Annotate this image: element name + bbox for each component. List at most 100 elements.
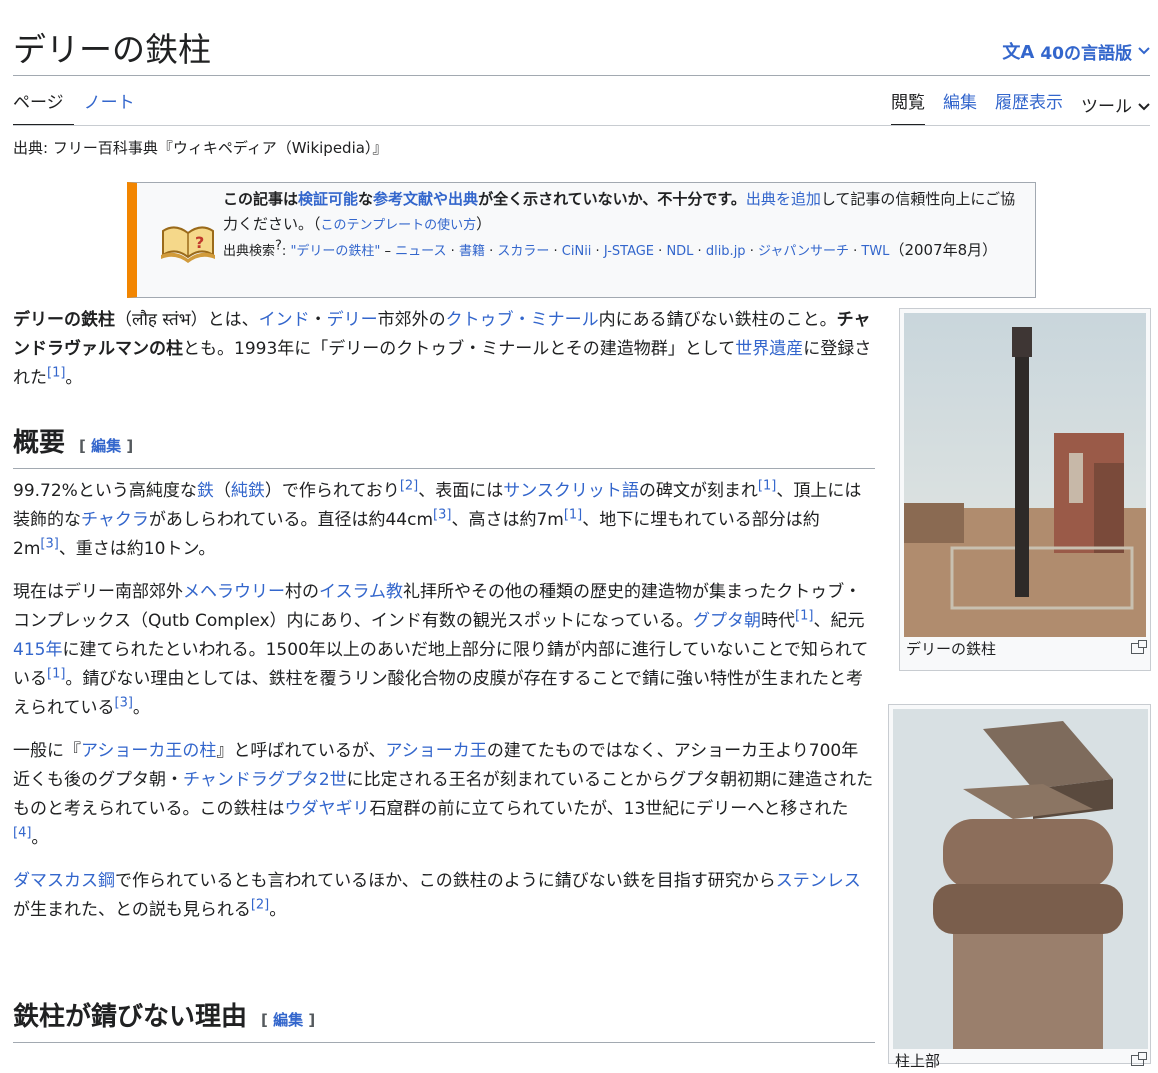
- link-ashoka-pillar[interactable]: アショーカ王の柱: [81, 741, 216, 761]
- text: 。: [132, 698, 150, 718]
- ref-1[interactable]: [1]: [795, 608, 813, 623]
- notice-text-5: ）: [476, 215, 492, 233]
- link-template-usage[interactable]: このテンプレートの使い方: [321, 218, 477, 233]
- link-source-dlib[interactable]: dlib.jp: [706, 244, 746, 259]
- link-source-scholar[interactable]: スカラー: [497, 244, 549, 259]
- text: 、表面には: [418, 481, 504, 501]
- intro-paragraph: デリーの鉄柱（लौह स्तंभ）とは、インド・デリー市郊外のクトゥブ・ミナール…: [13, 306, 875, 393]
- image-thumb-capital[interactable]: 柱上部: [888, 704, 1151, 1070]
- caption-text: 柱上部: [895, 1052, 941, 1070]
- heading-text: 鉄柱が錆びない理由: [13, 1002, 248, 1032]
- link-search-query[interactable]: "デリーの鉄柱": [290, 244, 380, 259]
- link-udayagiri[interactable]: ウダヤギリ: [285, 799, 370, 819]
- link-india[interactable]: インド: [259, 310, 310, 330]
- text: （: [213, 481, 231, 501]
- ref-4[interactable]: [4]: [13, 825, 31, 840]
- link-source-ndl[interactable]: NDL: [666, 244, 693, 259]
- edit-link[interactable]: 編集: [273, 1011, 303, 1029]
- link-gupta[interactable]: グプタ朝: [693, 611, 761, 631]
- tools-label: ツール: [1081, 97, 1132, 117]
- section-edit: [ 編集 ]: [79, 437, 134, 455]
- tab-talk[interactable]: ノート: [84, 90, 145, 124]
- text: 、高さは約7m: [451, 510, 564, 530]
- ref-2[interactable]: [2]: [400, 478, 418, 493]
- link-references[interactable]: 参考文献や出典: [373, 190, 478, 208]
- text: ・: [309, 310, 327, 330]
- ref-1[interactable]: [1]: [758, 478, 776, 493]
- view-tabs: 閲覧 編集 履歴表示 ツール: [891, 90, 1150, 126]
- dash: –: [380, 244, 396, 259]
- tools-menu[interactable]: ツール: [1081, 90, 1150, 124]
- text: 市郊外の: [377, 310, 446, 330]
- ref-3[interactable]: [3]: [115, 695, 133, 710]
- paragraph-3: 一般に『アショーカ王の柱』と呼ばれているが、アショーカ王の建てたものではなく、ア…: [13, 737, 875, 853]
- translate-icon: 文A: [1002, 42, 1035, 63]
- paragraph-1: 99.72%という高純度な鉄（純鉄）で作られており[2]、表面にはサンスクリット…: [13, 477, 875, 564]
- thumb-caption: 柱上部: [889, 1049, 1150, 1073]
- link-mehrauli[interactable]: メヘラウリー: [183, 582, 285, 602]
- link-415[interactable]: 415年: [13, 640, 62, 660]
- notice-text: この記事は検証可能な参考文献や出典が全く示されていないか、不十分です。出典を追加…: [223, 190, 1016, 259]
- ref-3[interactable]: [3]: [433, 507, 451, 522]
- link-qutb-minar[interactable]: クトゥブ・ミナール: [446, 310, 599, 330]
- text: 内にある錆びない鉄柱のこと。: [598, 310, 837, 330]
- link-source-japansearch[interactable]: ジャパンサーチ: [758, 244, 849, 259]
- help-mark[interactable]: ?: [275, 239, 282, 254]
- source-search-label: 出典検索: [223, 244, 276, 259]
- text: 。: [31, 828, 49, 848]
- site-subtitle: 出典: フリー百科事典『ウィキペディア（Wikipedia）』: [13, 139, 388, 157]
- link-pure-iron[interactable]: 純鉄: [231, 481, 265, 501]
- link-chandragupta[interactable]: チャンドラグプタ2世: [183, 770, 347, 790]
- book-question-icon: ?: [161, 226, 215, 263]
- ref-3[interactable]: [3]: [40, 536, 58, 551]
- bold-name: デリーの鉄柱: [13, 310, 115, 330]
- text: （लौह स्तंभ）とは、: [115, 310, 259, 330]
- link-delhi[interactable]: デリー: [327, 310, 378, 330]
- text: 時代: [761, 611, 796, 631]
- link-source-news[interactable]: ニュース: [395, 244, 446, 259]
- link-source-cinii[interactable]: CiNii: [562, 244, 592, 259]
- pillar-capital-photo: [893, 709, 1148, 1049]
- tab-page[interactable]: ページ: [13, 90, 74, 126]
- ref-1[interactable]: [1]: [564, 507, 582, 522]
- section-heading-rust: 鉄柱が錆びない理由 [ 編集 ]: [13, 999, 875, 1043]
- section-heading-overview: 概要 [ 編集 ]: [13, 425, 875, 469]
- link-source-twl[interactable]: TWL: [861, 244, 889, 259]
- link-add-source[interactable]: 出典を追加: [746, 190, 821, 208]
- link-ashoka[interactable]: アショーカ王: [385, 741, 486, 761]
- text: 現在はデリー南部郊外: [13, 582, 183, 602]
- edit-link[interactable]: 編集: [91, 437, 121, 455]
- tab-read[interactable]: 閲覧: [891, 90, 925, 126]
- text: 、紀元: [813, 611, 865, 631]
- paragraph-2: 現在はデリー南部郊外メヘラウリー村のイスラム教礼拝所やその他の種類の歴史的建造物…: [13, 578, 875, 723]
- tab-history[interactable]: 履歴表示: [995, 90, 1063, 124]
- tab-edit[interactable]: 編集: [943, 90, 977, 124]
- link-verifiability[interactable]: 検証可能: [298, 190, 358, 208]
- title-divider: [13, 75, 1150, 76]
- text: で作られているとも言われているほか、この鉄柱のように錆びない鉄を目指す研究から: [115, 871, 776, 891]
- enlarge-icon[interactable]: [1131, 640, 1147, 654]
- link-sanskrit[interactable]: サンスクリット語: [503, 481, 639, 501]
- link-world-heritage[interactable]: 世界遺産: [735, 339, 803, 359]
- link-damascus-steel[interactable]: ダマスカス鋼: [13, 871, 115, 891]
- ref-1[interactable]: [1]: [47, 365, 65, 380]
- text: があしらわれている。直径は約44cm: [148, 510, 434, 530]
- ref-2[interactable]: [2]: [251, 897, 269, 912]
- chevron-down-icon: [1138, 47, 1150, 55]
- link-source-jstage[interactable]: J-STAGE: [604, 244, 654, 259]
- link-iron[interactable]: 鉄: [197, 481, 214, 501]
- text: とも。1993年に「デリーのクトゥブ・ミナールとその建造物群」として: [183, 339, 736, 359]
- link-stainless[interactable]: ステンレス: [776, 871, 861, 891]
- link-source-books[interactable]: 書籍: [459, 244, 485, 259]
- link-islam[interactable]: イスラム教: [319, 582, 403, 602]
- notice-text-3: が全く示されていないか、不十分です。: [478, 190, 746, 208]
- enlarge-icon[interactable]: [1131, 1052, 1147, 1066]
- link-chakra[interactable]: チャクラ: [81, 510, 149, 530]
- ref-1[interactable]: [1]: [47, 666, 65, 681]
- image-thumb-pillar[interactable]: デリーの鉄柱: [899, 308, 1151, 671]
- text: 一般に『: [13, 741, 81, 761]
- page-title: デリーの鉄柱: [13, 30, 211, 69]
- language-button[interactable]: 文A 40の言語版: [1002, 38, 1150, 64]
- tabs-divider: [13, 125, 1150, 126]
- notice-text-1: この記事は: [223, 190, 299, 208]
